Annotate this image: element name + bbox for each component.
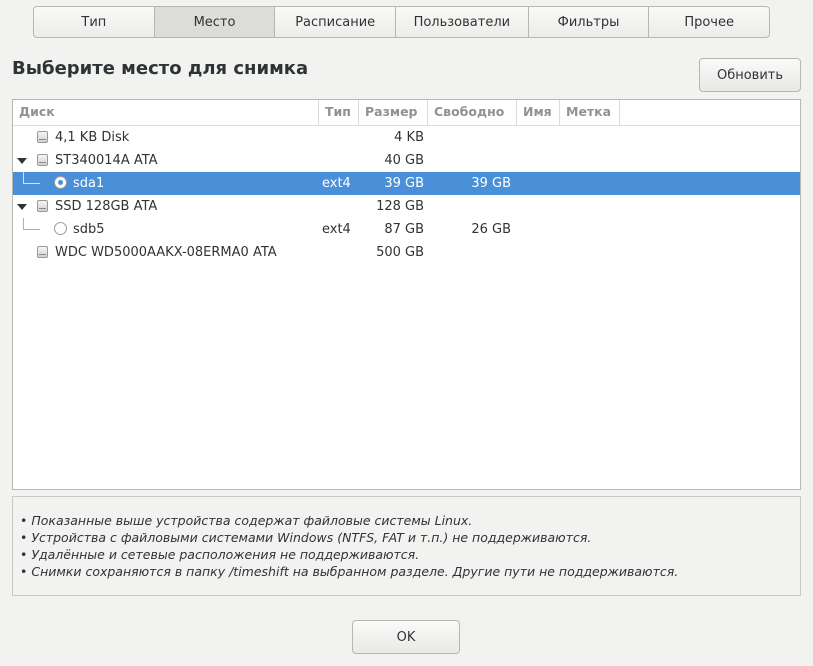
partition-type: ext4 xyxy=(322,176,351,191)
tab-type[interactable]: Тип xyxy=(34,7,155,37)
column-header-disk[interactable]: Диск xyxy=(13,100,319,125)
column-header-type[interactable]: Тип xyxy=(319,100,359,125)
expander-arrow-icon[interactable] xyxy=(17,204,27,210)
hard-disk-icon xyxy=(37,200,48,212)
partition-name: sdb5 xyxy=(73,222,105,237)
column-header-label[interactable]: Метка xyxy=(560,100,620,125)
partition-type: ext4 xyxy=(322,222,351,237)
hard-disk-icon xyxy=(37,246,48,258)
info-line: • Снимки сохраняются в папку /timeshift … xyxy=(20,564,679,579)
table-row[interactable]: ST340014A ATA 40 GB xyxy=(13,149,800,172)
disk-name: SSD 128GB ATA xyxy=(55,199,158,214)
info-panel: • Показанные выше устройства содержат фа… xyxy=(12,496,801,596)
partition-free: 39 GB xyxy=(471,176,511,191)
hard-disk-icon xyxy=(37,154,48,166)
page-title: Выберите место для снимка xyxy=(12,58,309,79)
column-header-name[interactable]: Имя xyxy=(517,100,560,125)
partition-name: sda1 xyxy=(73,176,105,191)
tab-users[interactable]: Пользователи xyxy=(396,7,529,37)
column-header-size[interactable]: Размер xyxy=(359,100,428,125)
info-line: • Показанные выше устройства содержат фа… xyxy=(20,513,473,528)
table-header: Диск Тип Размер Свободно Имя Метка xyxy=(13,100,800,126)
info-line: • Удалённые и сетевые расположения не по… xyxy=(20,547,420,562)
refresh-button[interactable]: Обновить xyxy=(699,58,801,92)
table-row[interactable]: WDC WD5000AAKX-08ERMA0 ATA 500 GB xyxy=(13,241,800,264)
expander-arrow-icon[interactable] xyxy=(17,158,27,164)
disk-name: 4,1 KB Disk xyxy=(55,130,130,145)
disk-size: 500 GB xyxy=(376,245,424,260)
table-row[interactable]: 4,1 KB Disk 4 KB xyxy=(13,126,800,149)
info-line: • Устройства с файловыми системами Windo… xyxy=(20,530,592,545)
tab-schedule[interactable]: Расписание xyxy=(275,7,397,37)
disk-name: ST340014A ATA xyxy=(55,153,158,168)
disk-size: 128 GB xyxy=(376,199,424,214)
disk-table: Диск Тип Размер Свободно Имя Метка 4,1 K… xyxy=(12,99,801,490)
tree-connector xyxy=(23,218,40,230)
disk-size: 40 GB xyxy=(384,153,424,168)
tab-location[interactable]: Место xyxy=(154,7,276,37)
hard-disk-icon xyxy=(37,131,48,143)
table-row[interactable]: sda1 ext4 39 GB 39 GB xyxy=(13,172,800,195)
partition-size: 39 GB xyxy=(384,176,424,191)
partition-radio[interactable] xyxy=(54,176,67,189)
tab-filters[interactable]: Фильтры xyxy=(529,7,650,37)
partition-free: 26 GB xyxy=(471,222,511,237)
table-row[interactable]: sdb5 ext4 87 GB 26 GB xyxy=(13,218,800,241)
partition-size: 87 GB xyxy=(384,222,424,237)
disk-size: 4 KB xyxy=(394,130,424,145)
ok-button[interactable]: OK xyxy=(352,620,460,654)
column-header-free[interactable]: Свободно xyxy=(428,100,517,125)
table-row[interactable]: SSD 128GB ATA 128 GB xyxy=(13,195,800,218)
disk-name: WDC WD5000AAKX-08ERMA0 ATA xyxy=(55,245,277,260)
tree-connector xyxy=(23,172,40,184)
tab-bar: Тип Место Расписание Пользователи Фильтр… xyxy=(33,6,770,38)
tab-misc[interactable]: Прочее xyxy=(649,7,769,37)
partition-radio[interactable] xyxy=(54,222,67,235)
